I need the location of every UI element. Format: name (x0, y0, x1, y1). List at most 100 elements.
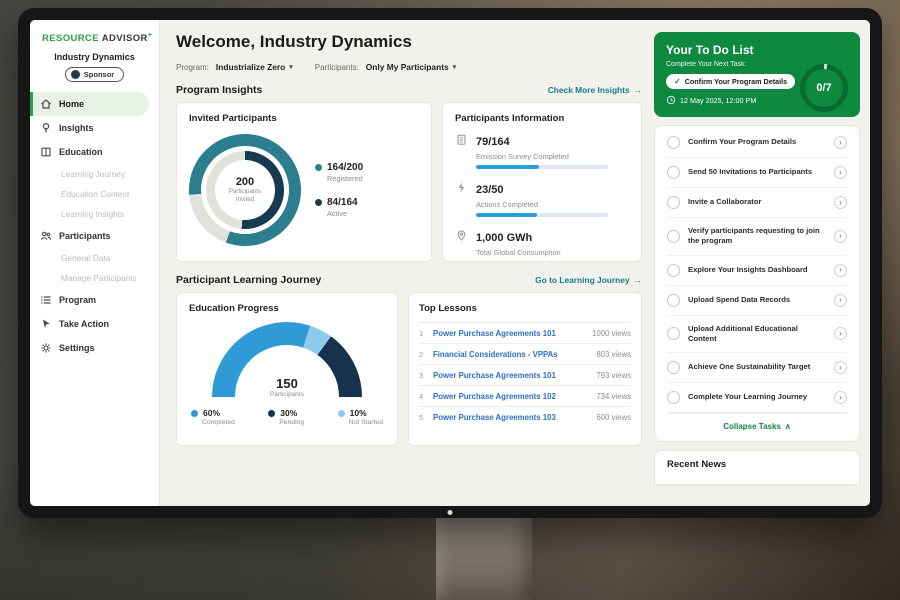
lesson-link[interactable]: Power Purchase Agreements 101 (433, 371, 590, 380)
progress-bar (476, 213, 608, 217)
sidebar-item-learning-journey[interactable]: Learning Journey (30, 164, 159, 184)
task-label: Upload Additional Educational Content (688, 324, 826, 345)
card-title: Top Lessons (419, 303, 631, 314)
recent-news-card[interactable]: Recent News (654, 450, 860, 485)
chevron-right-icon[interactable]: › (834, 264, 847, 277)
cursor-icon (40, 318, 52, 330)
home-icon (40, 98, 52, 110)
task-row[interactable]: Confirm Your Program Details › (667, 128, 847, 158)
invited-participants-card: Invited Participants 200 Participants In… (176, 102, 432, 262)
insights-cards-row: Invited Participants 200 Participants In… (176, 102, 642, 262)
sidebar-item-program[interactable]: Program (30, 288, 159, 312)
stat-row: 1,000 GWh Total Global Consumption (455, 228, 629, 261)
lesson-link[interactable]: Power Purchase Agreements 103 (433, 413, 590, 422)
next-task-pill[interactable]: ✓ Confirm Your Program Details (666, 74, 795, 89)
task-row[interactable]: Achieve One Sustainability Target › (667, 353, 847, 383)
sidebar-item-take-action[interactable]: Take Action (30, 312, 159, 336)
chevron-right-icon[interactable]: › (834, 166, 847, 179)
gauge-center-label: Participants (212, 391, 362, 398)
todo-title: Your To Do List (666, 43, 848, 57)
task-checkbox[interactable] (667, 136, 680, 149)
card-title: Invited Participants (189, 113, 419, 124)
chevron-right-icon[interactable]: › (834, 196, 847, 209)
filters-bar: Program: Industrialize Zero ▾ Participan… (176, 62, 642, 72)
legend-value: 164/200 (327, 162, 363, 173)
task-row[interactable]: Explore Your Insights Dashboard › (667, 256, 847, 286)
sidebar-item-home[interactable]: Home (30, 92, 149, 116)
task-row[interactable]: Upload Additional Educational Content › (667, 316, 847, 354)
task-checkbox[interactable] (667, 230, 680, 243)
lesson-link[interactable]: Power Purchase Agreements 102 (433, 392, 590, 401)
active-dot (315, 199, 322, 206)
task-row[interactable]: Verify participants requesting to join t… (667, 218, 847, 256)
chevron-right-icon[interactable]: › (834, 391, 847, 404)
sidebar-item-education[interactable]: Education (30, 140, 159, 164)
participants-select[interactable]: Only My Participants ▾ (366, 62, 456, 72)
completed-dot (191, 410, 198, 417)
task-checkbox[interactable] (667, 294, 680, 307)
pin-icon (455, 229, 468, 242)
participants-information-card: Participants Information 79/164 Emission… (442, 102, 642, 262)
monitor-bezel: RESOURCE ADVISOR+ Industry Dynamics Spon… (18, 8, 882, 518)
task-checkbox[interactable] (667, 361, 680, 374)
task-checkbox[interactable] (667, 166, 680, 179)
sidebar-item-participants[interactable]: Participants (30, 224, 159, 248)
lesson-rank: 4 (419, 392, 427, 401)
sponsor-badge-label: Sponsor (84, 70, 114, 79)
lesson-views: 1000 views (592, 329, 631, 338)
invited-legend: 164/200 Registered 84/164 Active (315, 162, 363, 218)
lesson-views: 600 views (596, 413, 631, 422)
page-title: Welcome, Industry Dynamics (176, 32, 642, 52)
sidebar-item-label: Settings (59, 343, 95, 353)
program-select[interactable]: Industrialize Zero ▾ (216, 62, 293, 72)
task-row[interactable]: Send 50 Invitations to Participants › (667, 158, 847, 188)
lesson-rank: 2 (419, 350, 427, 359)
sponsor-badge[interactable]: Sponsor (65, 67, 124, 82)
collapse-tasks-button[interactable]: Collapse Tasks ∧ (667, 413, 847, 437)
legend-value: 10% (350, 408, 367, 418)
check-icon: ✓ (674, 77, 681, 86)
program-insights-header: Program Insights Check More Insights → (176, 84, 642, 96)
sidebar-item-education-content[interactable]: Education Content (30, 184, 159, 204)
lesson-row: 4 Power Purchase Agreements 102 734 view… (419, 385, 631, 406)
sidebar-subitem-label: Manage Participants (61, 273, 137, 283)
sidebar-item-general-data[interactable]: General Data (30, 248, 159, 268)
chevron-right-icon[interactable]: › (834, 361, 847, 374)
sidebar-item-insights[interactable]: Insights (30, 116, 159, 140)
task-row[interactable]: Complete Your Learning Journey › (667, 383, 847, 413)
donut-center-value: 200 (236, 176, 254, 188)
sidebar-item-learning-insights[interactable]: Learning Insights (30, 204, 159, 224)
sidebar-item-label: Home (59, 99, 84, 109)
task-checkbox[interactable] (667, 196, 680, 209)
task-checkbox[interactable] (667, 327, 680, 340)
task-row[interactable]: Upload Spend Data Records › (667, 286, 847, 316)
chevron-right-icon[interactable]: › (834, 230, 847, 243)
task-label: Achieve One Sustainability Target (688, 362, 826, 372)
legend-label: Active (327, 209, 363, 218)
go-to-learning-journey-link[interactable]: Go to Learning Journey → (535, 275, 642, 285)
task-checkbox[interactable] (667, 264, 680, 277)
chevron-right-icon[interactable]: › (834, 294, 847, 307)
pending-dot (268, 410, 275, 417)
program-filter-label: Program: (176, 63, 209, 72)
stat-label: Actions Completed (476, 200, 608, 209)
task-label: Confirm Your Program Details (688, 137, 826, 147)
sidebar-item-manage-participants[interactable]: Manage Participants (30, 268, 159, 288)
lesson-link[interactable]: Power Purchase Agreements 101 (433, 329, 586, 338)
recent-news-title: Recent News (667, 459, 726, 470)
app-logo: RESOURCE ADVISOR+ (30, 30, 159, 50)
chevron-down-icon: ▾ (289, 64, 293, 71)
task-checkbox[interactable] (667, 391, 680, 404)
legend-item: 60% Completed (191, 408, 235, 426)
logo-primary: RESOURCE (42, 33, 99, 44)
section-title: Program Insights (176, 84, 262, 96)
chevron-right-icon[interactable]: › (834, 136, 847, 149)
chevron-right-icon[interactable]: › (834, 327, 847, 340)
task-row[interactable]: Invite a Collaborator › (667, 188, 847, 218)
legend-item: 164/200 Registered (315, 162, 363, 183)
lesson-link[interactable]: Financial Considerations - VPPAs (433, 350, 590, 359)
sidebar-item-settings[interactable]: Settings (30, 336, 159, 360)
lesson-rank: 1 (419, 329, 427, 338)
lesson-row: 3 Power Purchase Agreements 101 793 view… (419, 364, 631, 385)
check-more-insights-link[interactable]: Check More Insights → (548, 85, 642, 95)
